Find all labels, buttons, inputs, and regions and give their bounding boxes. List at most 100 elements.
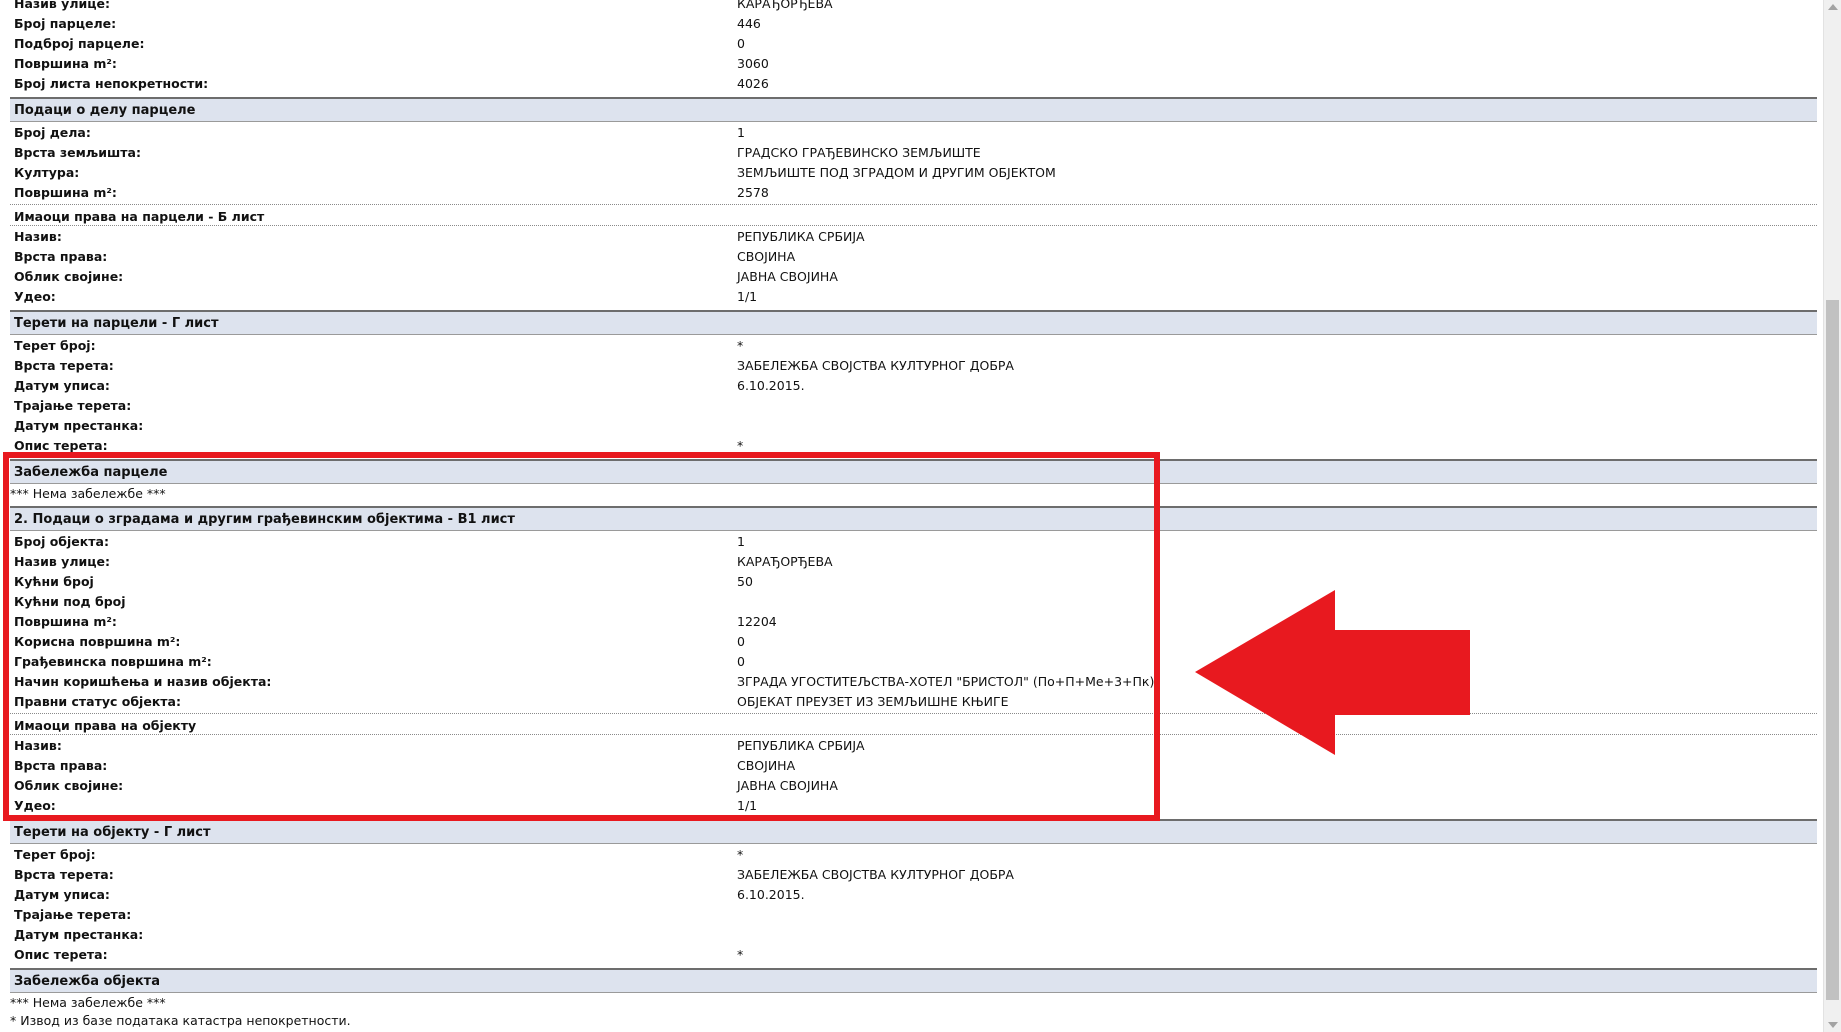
- section-header-object-burdens: Терети на објекту - Г лист: [10, 819, 1817, 844]
- footer-note: * Извод из базе података катастра непокр…: [10, 1011, 1817, 1029]
- kv-row: Трајање терета:: [10, 904, 1817, 924]
- field-value: СВОЈИНА: [737, 758, 796, 773]
- section-header-parcel-part: Подаци о делу парцеле: [10, 97, 1817, 122]
- field-label: Број објекта:: [14, 534, 109, 549]
- kv-row: Број парцеле: 446: [10, 13, 1817, 33]
- field-value: РЕПУБЛИКА СРБИЈА: [737, 229, 865, 244]
- field-label: Удео:: [14, 798, 56, 813]
- field-value: *: [737, 947, 744, 962]
- section-title: Терети на парцели - Г лист: [14, 316, 219, 331]
- field-label: Опис терета:: [14, 947, 108, 962]
- kv-row: Датум престанка:: [10, 924, 1817, 944]
- kv-row: Површина m²: 2578: [10, 182, 1817, 202]
- field-value: ЈАВНА СВОЈИНА: [737, 269, 838, 284]
- field-value: ЗАБЕЛЕЖБА СВОЈСТВА КУЛТУРНОГ ДОБРА: [737, 867, 1014, 882]
- field-label: Датум уписа:: [14, 887, 110, 902]
- field-value: 0: [737, 634, 745, 649]
- field-label: Назив улице:: [14, 0, 110, 11]
- kv-row: Удео: 1/1: [10, 286, 1817, 306]
- subsection-title: Имаоци права на парцели - Б лист: [14, 209, 265, 224]
- field-value: ОБЈЕКАТ ПРЕУЗЕТ ИЗ ЗЕМЉИШНЕ КЊИГЕ: [737, 694, 1009, 709]
- field-value: РЕПУБЛИКА СРБИЈА: [737, 738, 865, 753]
- field-label: Трајање терета:: [14, 398, 132, 413]
- field-label: Датум престанка:: [14, 418, 144, 433]
- field-value: КАРАЂОРЂЕВА: [737, 0, 833, 11]
- kv-row: Удео: 1/1: [10, 795, 1817, 815]
- field-value: СВОЈИНА: [737, 249, 796, 264]
- field-label: Корисна површина m²:: [14, 634, 181, 649]
- kv-row: Назив улице: КАРАЂОРЂЕВА: [10, 551, 1817, 571]
- field-label: Површина m²:: [14, 614, 117, 629]
- kv-row: Подброј парцеле: 0: [10, 33, 1817, 53]
- field-label: Култура:: [14, 165, 80, 180]
- kv-row: Број листа непокретности: 4026: [10, 73, 1817, 93]
- section-header-buildings: 2. Подаци о зградама и другим грађевинск…: [10, 506, 1817, 531]
- field-value: 3060: [737, 56, 769, 71]
- field-label: Врста земљишта:: [14, 145, 141, 160]
- note-row: *** Нема забележбе ***: [10, 484, 1817, 502]
- section-header-object-note: Забележба објекта: [10, 968, 1817, 993]
- kv-row: Назив: РЕПУБЛИКА СРБИЈА: [10, 226, 1817, 246]
- kv-row: Терет број: *: [10, 335, 1817, 355]
- kv-row: Назив улице: КАРАЂОРЂЕВА: [10, 0, 1817, 13]
- field-label: Трајање терета:: [14, 907, 132, 922]
- field-label: Назив улице:: [14, 554, 110, 569]
- field-label: Удео:: [14, 289, 56, 304]
- field-label: Начин коришћења и назив објекта:: [14, 674, 272, 689]
- section-title: Забележба објекта: [14, 974, 160, 989]
- field-value: ЗГРАДА УГОСТИТЕЉСТВА-ХОТЕЛ "БРИСТОЛ" (По…: [737, 674, 1155, 689]
- field-label: Терет број:: [14, 847, 96, 862]
- section-title: Терети на објекту - Г лист: [14, 825, 211, 840]
- field-value: 50: [737, 574, 753, 589]
- field-value: *: [737, 847, 744, 862]
- field-label: Кућни под број: [14, 594, 126, 609]
- field-value: 1: [737, 125, 745, 140]
- field-label: Врста права:: [14, 249, 108, 264]
- field-label: Површина m²:: [14, 56, 117, 71]
- field-value: ЗЕМЉИШТЕ ПОД ЗГРАДОМ И ДРУГИМ ОБЈЕКТОМ: [737, 165, 1056, 180]
- kv-row: Врста права: СВОЈИНА: [10, 755, 1817, 775]
- field-label: Правни статус објекта:: [14, 694, 181, 709]
- field-label: Број дела:: [14, 125, 91, 140]
- kv-row: Облик својине: ЈАВНА СВОЈИНА: [10, 266, 1817, 286]
- subsection-header-object-owners: Имаоци права на објекту: [10, 713, 1817, 735]
- field-label: Облик својине:: [14, 269, 124, 284]
- field-label: Назив:: [14, 738, 62, 753]
- kv-row: Терет број: *: [10, 844, 1817, 864]
- field-value: ЈАВНА СВОЈИНА: [737, 778, 838, 793]
- vertical-scrollbar[interactable]: [1823, 0, 1841, 1032]
- field-label: Облик својине:: [14, 778, 124, 793]
- subsection-title: Имаоци права на објекту: [14, 718, 197, 733]
- note-text: *** Нема забележбе ***: [10, 486, 166, 501]
- footer-note-text: * Извод из базе података катастра непокр…: [10, 1013, 351, 1028]
- kv-row: Грађевинска површина m²: 0: [10, 651, 1817, 671]
- kv-row: Кућни под број: [10, 591, 1817, 611]
- field-label: Врста терета:: [14, 358, 114, 373]
- cadastre-extract: Назив улице: КАРАЂОРЂЕВА Број парцеле: 446…: [10, 0, 1817, 1029]
- field-label: Подброј парцеле:: [14, 36, 145, 51]
- kv-row: Врста права: СВОЈИНА: [10, 246, 1817, 266]
- kv-row: Површина m²: 12204: [10, 611, 1817, 631]
- field-label: Назив:: [14, 229, 62, 244]
- section-title: 2. Подаци о зградама и другим грађевинск…: [14, 512, 515, 527]
- field-value: *: [737, 438, 744, 453]
- kv-row: Начин коришћења и назив објекта: ЗГРАДА У…: [10, 671, 1817, 691]
- field-value: 2578: [737, 185, 769, 200]
- field-value: 1/1: [737, 289, 758, 304]
- scrollbar-thumb[interactable]: [1826, 300, 1839, 1000]
- field-label: Опис терета:: [14, 438, 108, 453]
- field-label: Број листа непокретности:: [14, 76, 209, 91]
- kv-row: Врста земљишта: ГРАДСКО ГРАЂЕВИНСКО ЗЕМЉИ…: [10, 142, 1817, 162]
- field-value: 4026: [737, 76, 769, 91]
- kv-row: Правни статус објекта: ОБЈЕКАТ ПРЕУЗЕТ ИЗ…: [10, 691, 1817, 711]
- kv-row: Корисна површина m²: 0: [10, 631, 1817, 651]
- kv-row: Датум уписа: 6.10.2015.: [10, 884, 1817, 904]
- kv-row: Облик својине: ЈАВНА СВОЈИНА: [10, 775, 1817, 795]
- note-text: *** Нема забележбе ***: [10, 995, 166, 1010]
- scroll-down-icon[interactable]: [1828, 1022, 1838, 1028]
- scroll-up-icon[interactable]: [1828, 4, 1838, 10]
- field-value: 1/1: [737, 798, 758, 813]
- section-title: Подаци о делу парцеле: [14, 103, 196, 118]
- kv-row: Врста терета: ЗАБЕЛЕЖБА СВОЈСТВА КУЛТУРНО…: [10, 864, 1817, 884]
- field-label: Врста терета:: [14, 867, 114, 882]
